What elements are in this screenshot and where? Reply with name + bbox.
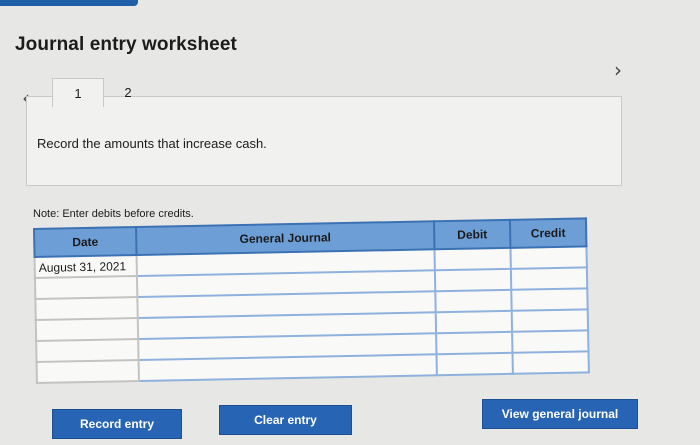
instruction-text: Record the amounts that increase cash. <box>37 136 267 151</box>
credit-cell <box>512 351 589 374</box>
credit-cell <box>511 288 588 311</box>
debit-cell <box>436 352 513 376</box>
record-entry-button[interactable]: Record entry <box>52 409 182 439</box>
credit-input[interactable] <box>511 247 586 268</box>
credit-input[interactable] <box>513 331 588 352</box>
general-journal-cell <box>138 354 437 381</box>
date-cell[interactable] <box>35 297 138 320</box>
credit-input[interactable] <box>512 310 588 331</box>
step-tab-label: 1 <box>74 86 82 101</box>
clear-entry-button[interactable]: Clear entry <box>219 405 352 435</box>
credit-cell <box>510 267 588 290</box>
date-cell[interactable] <box>34 276 138 299</box>
credit-input[interactable] <box>511 268 587 289</box>
journal-entry-table: Date General Journal Debit Credit August… <box>33 217 590 384</box>
page-title: Journal entry worksheet <box>15 34 237 55</box>
top-accent-bar <box>0 0 138 6</box>
chevron-right-icon[interactable]: › <box>614 58 622 82</box>
debit-input[interactable] <box>436 290 511 312</box>
column-header-date: Date <box>34 227 137 257</box>
debit-input[interactable] <box>436 311 512 333</box>
general-journal-input[interactable] <box>139 355 436 380</box>
debit-cell <box>436 331 513 355</box>
date-cell[interactable] <box>36 339 139 362</box>
debit-input[interactable] <box>437 332 512 354</box>
credit-cell <box>510 246 587 269</box>
column-header-credit: Credit <box>509 218 587 248</box>
debit-cell <box>435 289 512 313</box>
credit-cell <box>512 330 589 353</box>
debit-cell <box>435 310 513 334</box>
credit-input[interactable] <box>512 289 587 310</box>
credit-cell <box>511 309 589 332</box>
view-general-journal-button[interactable]: View general journal <box>482 399 638 429</box>
step-tab-label: 2 <box>124 85 132 100</box>
debit-input[interactable] <box>437 353 512 375</box>
step-tab-1[interactable]: 1 <box>52 78 104 107</box>
debit-input[interactable] <box>435 248 510 270</box>
column-header-debit: Debit <box>433 219 511 250</box>
debit-cell <box>434 268 512 292</box>
credit-input[interactable] <box>513 352 588 373</box>
date-cell[interactable]: August 31, 2021 <box>34 255 137 278</box>
debit-cell <box>434 247 511 271</box>
step-tab-2[interactable]: 2 <box>103 78 153 104</box>
date-cell[interactable] <box>35 318 139 341</box>
note-text: Note: Enter debits before credits. <box>33 208 194 220</box>
date-cell[interactable] <box>36 359 139 383</box>
debit-input[interactable] <box>435 269 511 291</box>
